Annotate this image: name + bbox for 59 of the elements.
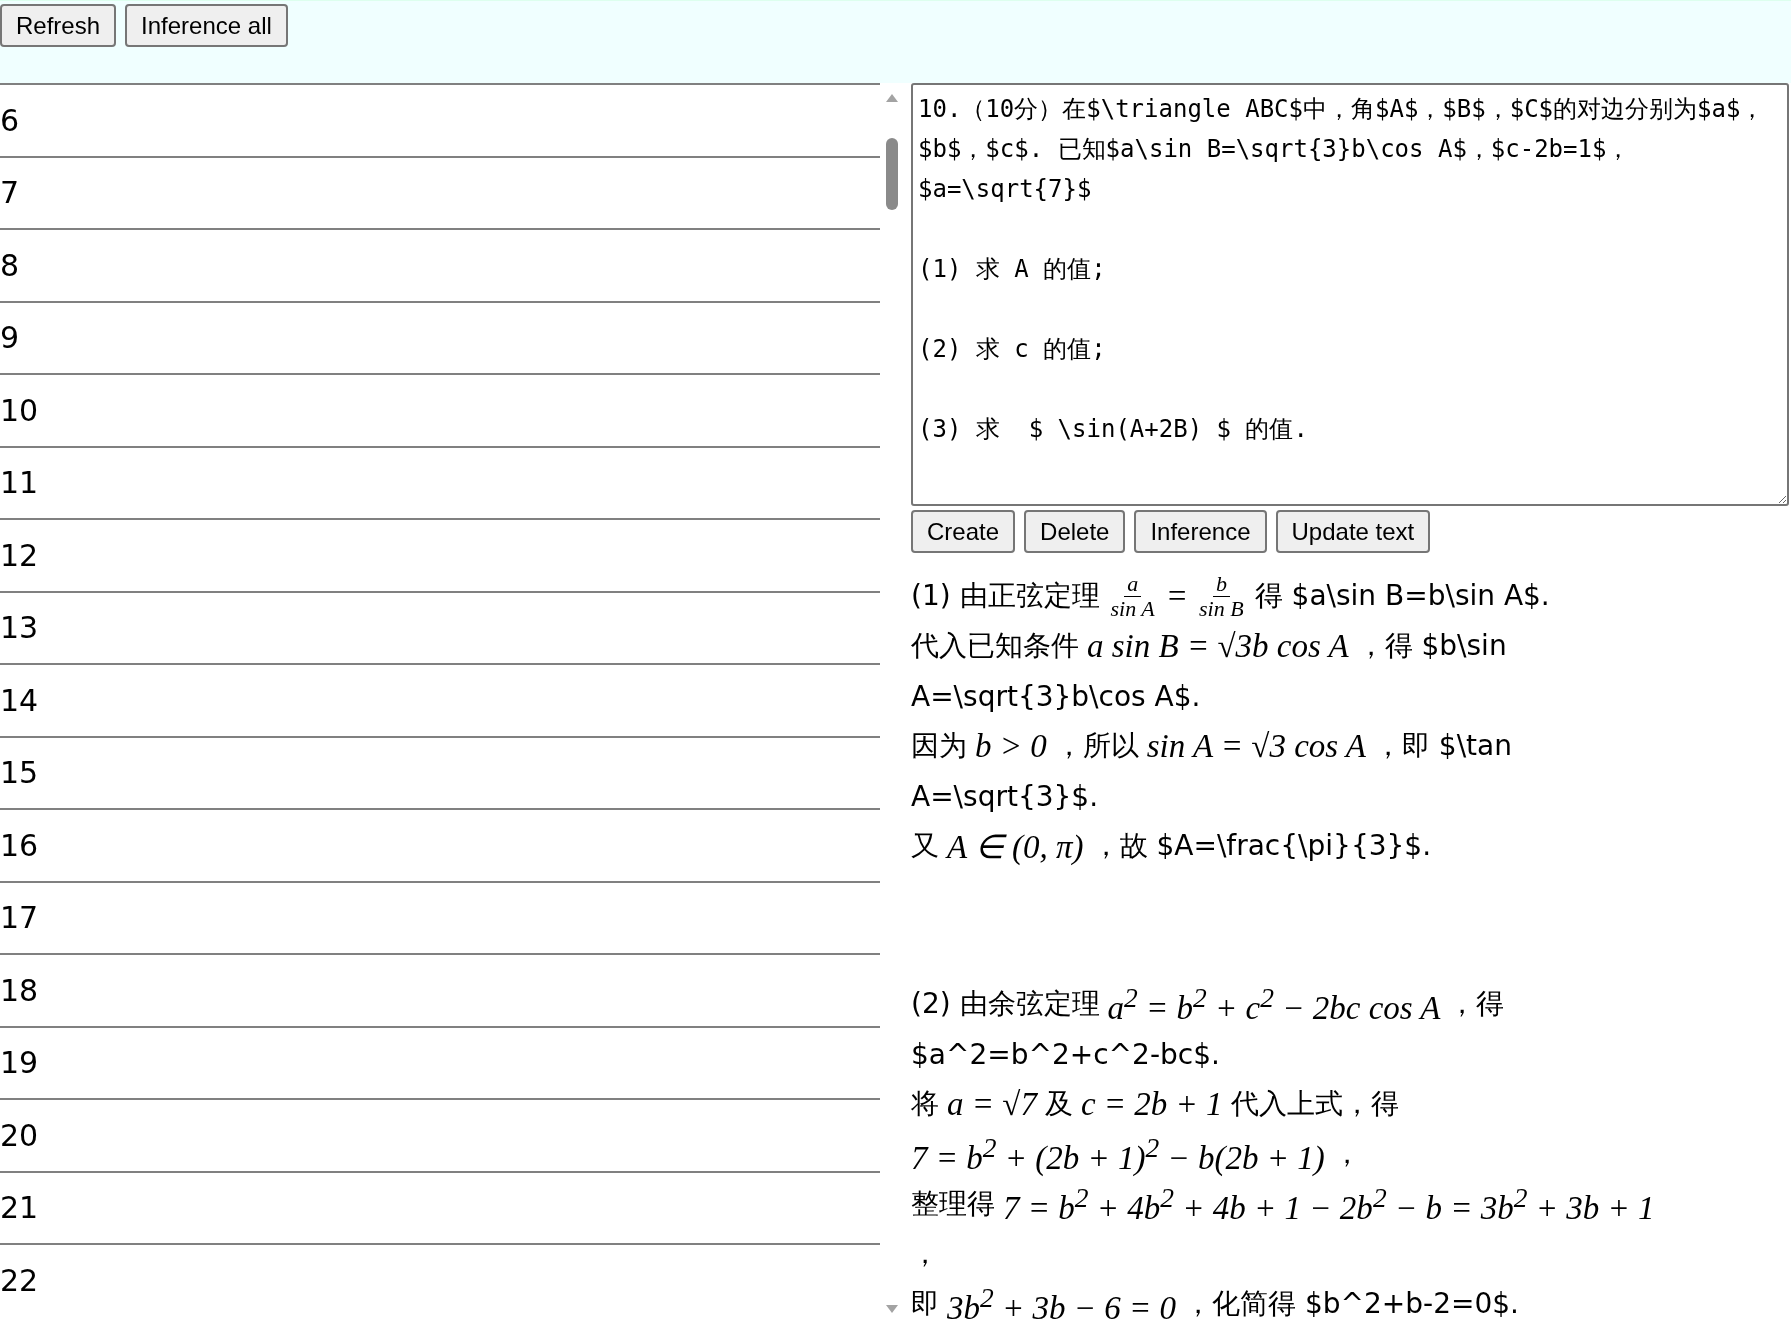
list-item[interactable]: 18 xyxy=(0,953,880,1026)
math-formula: a$^{2}$ = b$^{2}$ + c$^{2}$ − 2bc cos A xyxy=(1107,981,1441,1027)
solution-text: 及 xyxy=(1044,1086,1073,1122)
math-formula: 3b$^{2}$ + 3b − 6 = 0 xyxy=(947,1281,1177,1324)
list-item[interactable]: 22 xyxy=(0,1243,880,1316)
solution-text: ，即 $\tan xyxy=(1373,728,1512,764)
solution-text: A=\sqrt{3}b\cos A$. xyxy=(911,679,1201,713)
math-formula: c = 2b + 1 xyxy=(1080,1085,1223,1123)
list-item[interactable]: 19 xyxy=(0,1025,880,1098)
list-item[interactable]: 9 xyxy=(0,300,880,373)
list-item[interactable]: 17 xyxy=(0,880,880,953)
question-text-field[interactable]: 10.（10分）在$\triangle ABC$中，角$A$，$B$，$C$的对边分别为$a$，$b$，$c$. 已知$a\sin B=\sqrt{3}b\cos A$，$c-2b=1$，$a=\sqrt{7}$ (1) 求 A 的值; (2) 求 c 的值; (3) 求 $ \sin(A+2B) $ 的值. xyxy=(911,83,1789,506)
solution-text: (1) 由正弦定理 xyxy=(911,578,1100,614)
list-item[interactable]: 21 xyxy=(0,1170,880,1243)
solution-text: ，故 $A=\frac{\pi}{3}$. xyxy=(1091,828,1432,864)
solution-text: 将 xyxy=(911,1086,939,1122)
solution-text: 即 xyxy=(911,1286,939,1322)
math-formula: sin A = √3 cos A xyxy=(1146,727,1366,765)
solution-text: ， xyxy=(911,1236,939,1272)
list-item[interactable]: 8 xyxy=(0,228,880,301)
solution-text: 又 xyxy=(911,828,939,864)
solution-text: 整理得 xyxy=(911,1186,995,1222)
solution-text: (2) 由余弦定理 xyxy=(911,986,1100,1022)
list-item[interactable]: 6 xyxy=(0,83,880,156)
list-item[interactable]: 20 xyxy=(0,1098,880,1171)
action-button[interactable]: Create xyxy=(911,510,1016,553)
solution-text: ， xyxy=(1332,1136,1361,1172)
toolbar-button[interactable]: Inference all xyxy=(125,4,288,47)
list-item[interactable]: 7 xyxy=(0,155,880,228)
list-item[interactable]: 12 xyxy=(0,518,880,591)
action-button[interactable]: Update text xyxy=(1275,510,1431,553)
solution-text: A=\sqrt{3}$. xyxy=(911,779,1099,813)
solution-text: $a^2=b^2+c^2-bc$. xyxy=(911,1037,1220,1071)
fraction-formula: b sin B xyxy=(1198,571,1245,621)
math-formula: a = √7 xyxy=(947,1085,1037,1123)
list-item[interactable]: 15 xyxy=(0,735,880,808)
solution-text: 因为 xyxy=(911,728,967,764)
math-formula: 7 = b$^{2}$ + (2b + 1)$^{2}$ − b(2b + 1) xyxy=(911,1131,1325,1177)
solution-text: 代入上式，得 xyxy=(1230,1086,1399,1122)
math-formula: A ∈ (0, π) xyxy=(947,827,1084,866)
math-formula: b > 0 xyxy=(975,727,1047,765)
solution-text: ，化简得 $b^2+b-2=0$. xyxy=(1184,1286,1519,1322)
solution-text: ，得 xyxy=(1448,986,1505,1022)
math-formula: = xyxy=(1165,577,1189,615)
list-item[interactable]: 16 xyxy=(0,808,880,881)
toolbar-button[interactable]: Refresh xyxy=(0,4,117,47)
action-button[interactable]: Delete xyxy=(1024,510,1126,553)
solution-text: 得 $a\sin B=b\sin A$. xyxy=(1254,578,1550,614)
math-formula: a sin B = √3b cos A xyxy=(1087,627,1349,665)
fraction-formula: a sin A xyxy=(1109,571,1156,621)
list-item[interactable]: 10 xyxy=(0,373,880,446)
solution-text: ，得 $b\sin xyxy=(1356,628,1507,664)
list-item[interactable]: 11 xyxy=(0,445,880,518)
math-formula: 7 = b$^{2}$ + 4b$^{2}$ + 4b + 1 − 2b$^{2}$ − b = 3b$^{2}$ + 3b + 1 xyxy=(1003,1181,1655,1227)
list-item[interactable]: 13 xyxy=(0,590,880,663)
solution-text: 代入已知条件 xyxy=(911,628,1079,664)
action-button[interactable]: Inference xyxy=(1134,510,1267,553)
list-item[interactable]: 14 xyxy=(0,663,880,736)
solution-text: ，所以 xyxy=(1054,728,1139,764)
